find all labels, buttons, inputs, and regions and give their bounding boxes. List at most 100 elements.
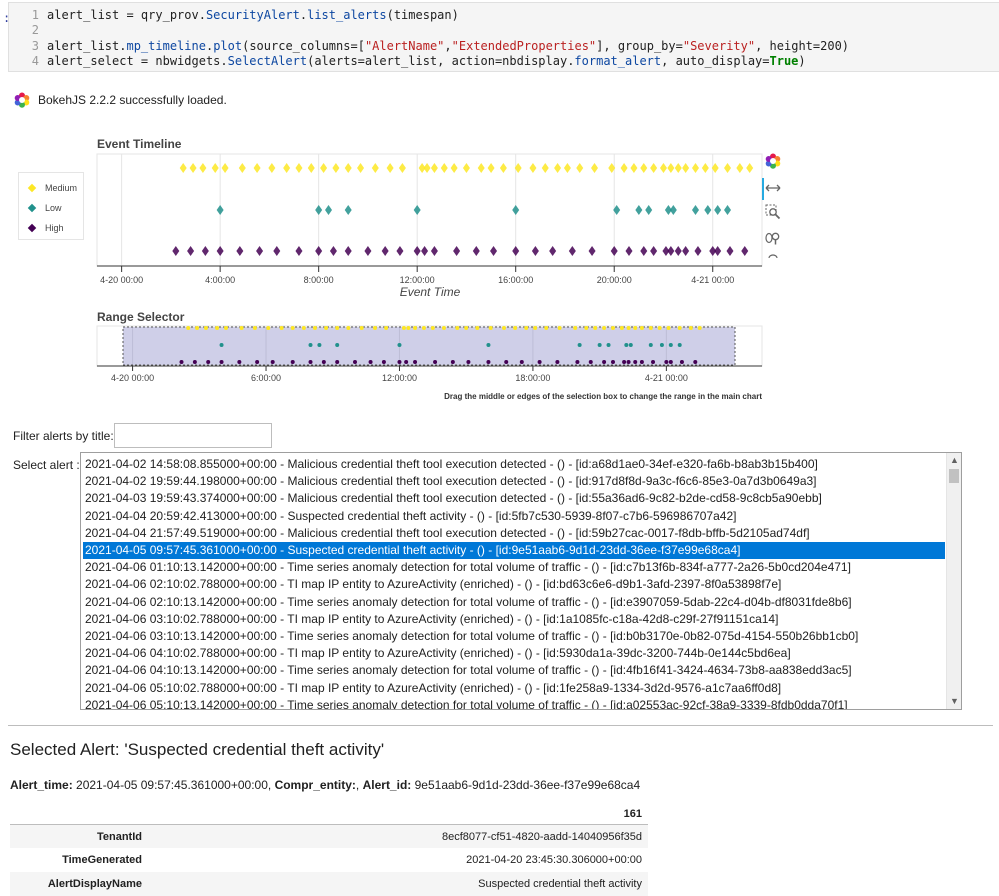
alert-option[interactable]: 2021-04-06 02:10:13.142000+00:00 - Time … [83, 594, 945, 611]
alert-option[interactable]: 2021-04-02 14:58:08.855000+00:00 - Malic… [83, 456, 945, 473]
code-token: , height=200) [755, 39, 850, 53]
alert-id-value: 9e51aab6-9d1d-23dd-36ee-f37e99e68ca4 [414, 778, 641, 792]
alert-id-label: Alert_id: [362, 778, 412, 792]
alert-option[interactable]: 2021-04-06 02:10:02.788000+00:00 - TI ma… [83, 576, 945, 593]
scrollbar-thumb[interactable] [949, 469, 959, 483]
code-token: ) [798, 54, 806, 68]
event-timeline-chart[interactable]: 4-20 00:00 4:00:00 8:00:00 12:00:00 16:00:00… [0, 150, 800, 300]
range-data-point-high [504, 360, 509, 364]
bokeh-logo-icon[interactable] [765, 153, 781, 169]
timeline-title: Event Timeline [97, 137, 182, 151]
range-data-point-medium [413, 326, 418, 330]
range-data-point-medium [252, 326, 257, 330]
code-token: , [444, 39, 452, 53]
range-data-point-medium [195, 326, 200, 330]
alert-option[interactable]: 2021-04-03 19:59:43.374000+00:00 - Malic… [83, 490, 945, 507]
scroll-down-icon[interactable]: ▼ [947, 694, 961, 709]
range-data-point-low [486, 343, 491, 347]
x-tick-label: 12:00:00 [400, 275, 435, 285]
code-line-4: 4 alert_select = nbwidgets.SelectAlert(al… [9, 54, 806, 69]
range-data-point-medium [619, 326, 624, 330]
alert-list-scrollbar[interactable]: ▲ ▼ [946, 453, 961, 709]
alert-option[interactable]: 2021-04-05 09:57:45.361000+00:00 - Suspe… [83, 542, 945, 559]
range-data-point-high [335, 360, 340, 364]
range-data-point-medium [384, 326, 389, 330]
range-selector-chart[interactable]: 4-20 00:00 6:00:00 12:00:00 18:00:00 4-21 00… [0, 320, 800, 402]
table-row: TimeGenerated 2021-04-20 23:45:30.306000… [10, 848, 648, 872]
range-x-tick-label: 18:00:00 [515, 373, 550, 383]
range-data-point-high [602, 360, 607, 364]
code-token: (alerts=alert_list, action=nbdisplay. [307, 54, 575, 68]
range-data-point-low [577, 343, 582, 347]
range-data-point-low [624, 343, 629, 347]
range-data-point-medium [697, 326, 702, 330]
legend-item[interactable]: High [27, 223, 64, 233]
range-data-point-high [588, 360, 593, 364]
range-x-tick-label: 6:00:00 [251, 373, 281, 383]
alert-option[interactable]: 2021-04-06 04:10:13.142000+00:00 - Time … [83, 662, 945, 679]
x-tick-label: 4:00:00 [205, 275, 235, 285]
chart-toolbar [762, 150, 784, 262]
range-data-point-low [628, 343, 633, 347]
alert-option[interactable]: 2021-04-02 19:59:44.198000+00:00 - Malic… [83, 473, 945, 490]
range-data-point-low [597, 343, 602, 347]
range-data-point-high [413, 360, 418, 364]
range-data-point-medium [464, 326, 469, 330]
range-data-point-high [381, 360, 386, 364]
range-data-point-high [290, 360, 295, 364]
box-zoom-icon[interactable] [765, 204, 781, 220]
code-text: alert_select = nbwidgets.SelectAlert(ale… [47, 54, 806, 68]
line-number: 4 [31, 54, 39, 68]
legend-marker-icon [27, 223, 37, 233]
alert-option[interactable]: 2021-04-06 01:10:13.142000+00:00 - Time … [83, 559, 945, 576]
alert-option[interactable]: 2021-04-04 21:57:49.519000+00:00 - Malic… [83, 525, 945, 542]
range-data-point-high [404, 360, 409, 364]
alert-option[interactable]: 2021-04-06 03:10:02.788000+00:00 - TI ma… [83, 611, 945, 628]
table-row: AlertDisplayName Suspected credential th… [10, 872, 648, 896]
row-key: TimeGenerated [62, 854, 142, 866]
reset-icon[interactable] [765, 254, 781, 262]
pan-icon[interactable] [765, 180, 781, 196]
range-data-point-medium [359, 326, 364, 330]
code-cell[interactable]: 1 alert_list = qry_prov.SecurityAlert.lis… [8, 2, 999, 72]
range-data-point-high [693, 360, 698, 364]
legend-item[interactable]: Low [27, 203, 62, 213]
legend-label: Medium [45, 183, 78, 193]
legend-marker-icon [27, 203, 37, 213]
alert-option[interactable]: 2021-04-06 04:10:02.788000+00:00 - TI ma… [83, 645, 945, 662]
range-data-point-medium [346, 326, 351, 330]
range-data-point-high [486, 360, 491, 364]
alert-select-list[interactable]: 2021-04-02 14:58:08.855000+00:00 - Malic… [80, 452, 962, 710]
range-data-point-medium [602, 326, 607, 330]
range-data-point-high [352, 360, 357, 364]
output-divider [8, 725, 993, 726]
range-data-point-high [639, 360, 644, 364]
range-data-point-high [537, 360, 542, 364]
range-data-point-medium [279, 326, 284, 330]
code-token: SecurityAlert [205, 8, 300, 22]
legend-item[interactable]: Medium [27, 183, 78, 193]
range-selection-box[interactable] [122, 326, 736, 366]
alert-option[interactable]: 2021-04-04 20:59:42.413000+00:00 - Suspe… [83, 508, 945, 525]
alert-option[interactable]: 2021-04-06 03:10:13.142000+00:00 - Time … [83, 628, 945, 645]
range-data-point-medium [455, 326, 460, 330]
alert-option[interactable]: 2021-04-06 05:10:13.142000+00:00 - Time … [83, 697, 945, 709]
scroll-up-icon[interactable]: ▲ [947, 453, 961, 468]
filter-input[interactable] [114, 423, 272, 448]
line-number: 2 [31, 23, 39, 37]
range-data-point-medium [239, 326, 244, 330]
row-value: Suspected credential theft activity [478, 878, 642, 890]
alert-option[interactable]: 2021-04-06 05:10:02.788000+00:00 - TI ma… [83, 680, 945, 697]
range-data-point-medium [573, 326, 578, 330]
range-data-point-medium [524, 326, 529, 330]
wheel-zoom-icon[interactable] [765, 230, 781, 246]
code-token: alert_list = qry_prov. [47, 8, 206, 22]
row-value: 8ecf8077-cf51-4820-aadd-14040956f35d [442, 831, 642, 843]
range-data-point-medium [557, 326, 562, 330]
range-data-point-high [179, 360, 184, 364]
range-data-point-medium [488, 326, 493, 330]
range-data-point-high [192, 360, 197, 364]
range-data-point-medium [266, 326, 271, 330]
legend-label: High [45, 223, 64, 233]
range-data-point-medium [626, 326, 631, 330]
